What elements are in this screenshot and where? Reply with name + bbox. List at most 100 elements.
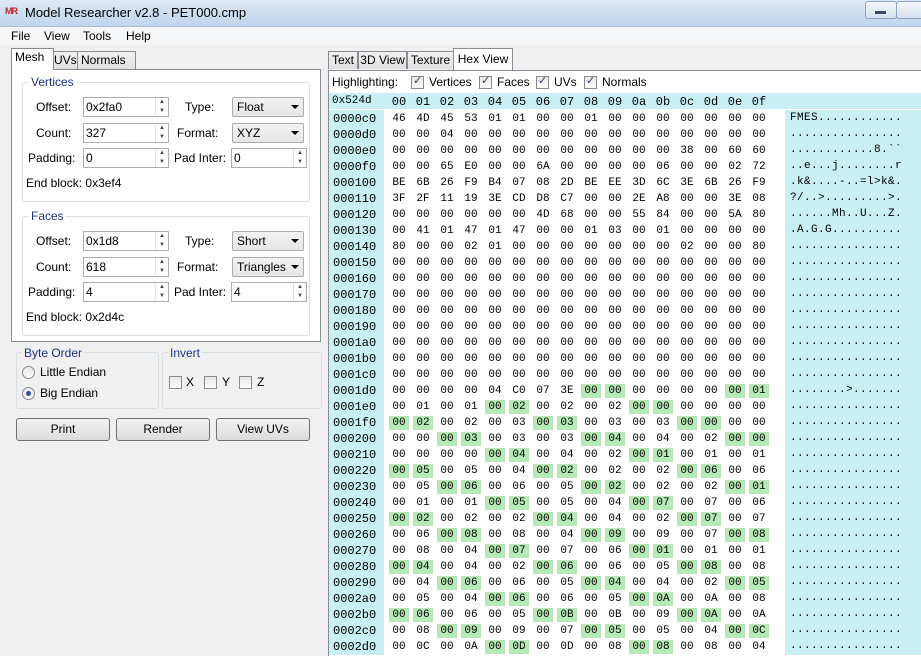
hex-byte[interactable]: 04 [605, 576, 625, 590]
hex-byte[interactable]: 05 [605, 624, 625, 638]
hex-byte[interactable]: 00 [509, 288, 529, 302]
hex-byte[interactable]: 00 [677, 368, 697, 382]
hex-byte[interactable]: 00 [389, 640, 409, 654]
hex-byte[interactable]: 02 [677, 240, 697, 254]
hex-byte[interactable]: 02 [701, 432, 721, 446]
hex-byte[interactable]: 00 [557, 320, 577, 334]
hex-byte[interactable]: 05 [413, 592, 433, 606]
hex-byte[interactable]: 00 [701, 208, 721, 222]
hex-byte[interactable]: 00 [725, 480, 745, 494]
hex-byte[interactable]: 00 [509, 352, 529, 366]
hex-byte[interactable]: 04 [701, 624, 721, 638]
hex-byte[interactable]: 02 [701, 576, 721, 590]
hex-byte[interactable]: 00 [509, 272, 529, 286]
hex-byte[interactable]: 00 [629, 240, 649, 254]
hex-byte[interactable]: 03 [557, 432, 577, 446]
hex-byte[interactable]: 00 [509, 336, 529, 350]
hex-byte[interactable]: 00 [461, 288, 481, 302]
hex-byte[interactable]: 00 [485, 336, 505, 350]
hex-byte[interactable]: 00 [533, 240, 553, 254]
hex-byte[interactable]: 00 [509, 304, 529, 318]
hex-byte[interactable]: 00 [557, 288, 577, 302]
hex-byte[interactable]: 00 [413, 336, 433, 350]
hex-byte[interactable]: 05 [413, 464, 433, 478]
hex-byte[interactable]: 00 [485, 496, 505, 510]
hex-byte[interactable]: 00 [677, 592, 697, 606]
faces-type-combo[interactable]: Short [232, 231, 304, 251]
hex-byte[interactable]: 00 [413, 432, 433, 446]
hex-byte[interactable]: 00 [437, 448, 457, 462]
tab-normals[interactable]: Normals [77, 51, 136, 69]
hex-byte[interactable]: 00 [653, 304, 673, 318]
hex-byte[interactable]: 04 [485, 384, 505, 398]
hex-byte[interactable]: 00 [533, 352, 553, 366]
hex-byte[interactable]: 01 [749, 384, 769, 398]
hex-byte[interactable]: 07 [701, 512, 721, 526]
hex-byte[interactable]: 00 [485, 288, 505, 302]
hex-byte[interactable]: 00 [389, 464, 409, 478]
hex-byte[interactable]: 60 [725, 144, 745, 158]
hex-byte[interactable]: 04 [605, 432, 625, 446]
hex-byte[interactable]: 00 [581, 128, 601, 142]
hex-byte[interactable]: 06 [509, 592, 529, 606]
hex-byte[interactable]: 00 [677, 576, 697, 590]
hex-byte[interactable]: 00 [701, 416, 721, 430]
vertices-count-spinbox[interactable]: 327 ▲ ▼ [83, 123, 169, 143]
menu-view[interactable]: View [44, 29, 70, 43]
hex-byte[interactable]: 00 [581, 640, 601, 654]
view-uvs-button[interactable]: View UVs [216, 418, 310, 441]
hex-byte[interactable]: 00 [437, 272, 457, 286]
hex-byte[interactable]: 0A [461, 640, 481, 654]
hex-byte[interactable]: 00 [653, 400, 673, 414]
hex-byte[interactable]: 01 [581, 112, 601, 126]
hex-byte[interactable]: 00 [389, 592, 409, 606]
hex-byte[interactable]: 26 [725, 176, 745, 190]
hex-byte[interactable]: 00 [677, 128, 697, 142]
hex-byte[interactable]: 00 [413, 208, 433, 222]
hex-byte[interactable]: 72 [749, 160, 769, 174]
hex-byte[interactable]: 01 [461, 496, 481, 510]
hex-byte[interactable]: 00 [485, 576, 505, 590]
hex-byte[interactable]: 00 [413, 352, 433, 366]
hex-byte[interactable]: 07 [701, 496, 721, 510]
hex-byte[interactable]: 00 [677, 400, 697, 414]
hex-byte[interactable]: 01 [413, 496, 433, 510]
hex-byte[interactable]: 00 [581, 608, 601, 622]
hex-byte[interactable]: 01 [653, 448, 673, 462]
hex-byte[interactable]: 00 [749, 320, 769, 334]
hex-byte[interactable]: 08 [749, 192, 769, 206]
hex-byte[interactable]: 00 [533, 272, 553, 286]
spin-arrows-icon[interactable]: ▲ ▼ [293, 149, 306, 167]
spin-arrows-icon[interactable]: ▲ ▼ [155, 124, 168, 142]
hex-byte[interactable]: 47 [461, 224, 481, 238]
hex-byte[interactable]: 6B [701, 176, 721, 190]
hex-byte[interactable]: 00 [437, 624, 457, 638]
hex-byte[interactable]: 00 [533, 480, 553, 494]
hex-byte[interactable]: 09 [653, 528, 673, 542]
hex-byte[interactable]: F9 [461, 176, 481, 190]
hex-byte[interactable]: 00 [389, 528, 409, 542]
hex-byte[interactable]: 00 [557, 304, 577, 318]
hex-byte[interactable]: 00 [413, 384, 433, 398]
hex-byte[interactable]: 00 [389, 208, 409, 222]
hex-byte[interactable]: 02 [509, 512, 529, 526]
minimize-button[interactable] [865, 1, 897, 19]
hex-byte[interactable]: 0A [653, 592, 673, 606]
hex-byte[interactable]: 00 [557, 256, 577, 270]
hex-byte[interactable]: 00 [605, 240, 625, 254]
hex-byte[interactable]: 00 [725, 336, 745, 350]
hex-byte[interactable]: 00 [629, 224, 649, 238]
hex-byte[interactable]: 00 [701, 112, 721, 126]
hex-byte[interactable]: 02 [461, 240, 481, 254]
hex-byte[interactable]: 46 [389, 112, 409, 126]
hex-byte[interactable]: 00 [677, 256, 697, 270]
invert-z-checkbox[interactable] [239, 376, 252, 389]
hex-byte[interactable]: 2F [413, 192, 433, 206]
hex-byte[interactable]: 00 [413, 448, 433, 462]
hex-byte[interactable]: 00 [581, 320, 601, 334]
hex-byte[interactable]: 05 [557, 496, 577, 510]
hex-byte[interactable]: 4D [533, 208, 553, 222]
hex-byte[interactable]: 00 [725, 608, 745, 622]
hex-byte[interactable]: 01 [461, 400, 481, 414]
hex-byte[interactable]: 00 [605, 352, 625, 366]
